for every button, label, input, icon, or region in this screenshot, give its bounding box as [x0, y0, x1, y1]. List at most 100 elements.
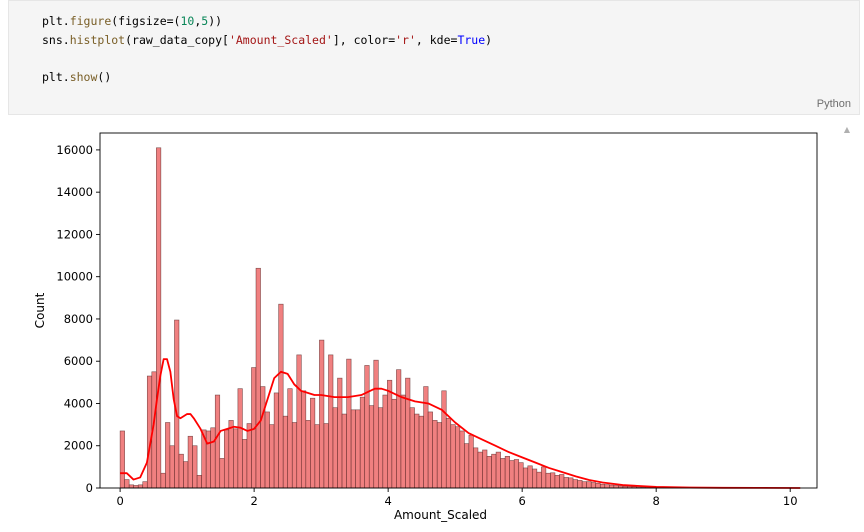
histogram-bar — [156, 148, 161, 488]
histogram-bar — [288, 389, 293, 488]
histogram-bar — [283, 416, 288, 488]
histogram-bar — [211, 428, 216, 488]
code-editor[interactable]: plt.figure(figsize=(10,5))sns.histplot(r… — [42, 12, 492, 86]
histogram-bar — [224, 430, 229, 488]
histogram-bar — [188, 436, 193, 488]
histogram-bar — [238, 389, 243, 488]
histogram-bar — [442, 391, 447, 488]
histogram-bar — [129, 485, 134, 488]
y-tick-label: 0 — [86, 481, 93, 495]
code-cell[interactable]: plt.figure(figsize=(10,5))sns.histplot(r… — [8, 0, 860, 115]
histogram-bar — [410, 408, 415, 488]
y-axis-label: Count — [33, 292, 47, 328]
y-tick-label: 6000 — [64, 354, 93, 368]
histogram-bar — [170, 446, 175, 488]
histogram-bar — [215, 395, 220, 488]
histogram-bar — [455, 427, 460, 488]
histogram-bar — [374, 360, 379, 488]
histogram-bar — [582, 482, 587, 488]
histogram-bar — [301, 391, 306, 488]
histogram-bar — [147, 376, 152, 488]
histogram-bar — [555, 475, 560, 488]
histogram-bar — [292, 422, 297, 488]
histogram-bar — [550, 473, 555, 488]
histogram-bar — [369, 406, 374, 488]
histogram-bar — [319, 340, 324, 488]
code-line: plt.figure(figsize=(10,5)) — [42, 12, 492, 31]
histogram-bar — [523, 468, 528, 488]
histogram-bar — [261, 387, 266, 488]
histogram-bar — [161, 473, 166, 488]
histogram-bar — [365, 365, 370, 488]
histogram-bar — [356, 410, 361, 488]
code-token: (figsize=( — [111, 14, 180, 28]
histogram-bar — [487, 456, 492, 488]
histogram-bar — [446, 418, 451, 488]
histogram-bar — [578, 480, 583, 488]
x-tick-label: 2 — [250, 494, 257, 508]
x-tick-label: 8 — [653, 494, 660, 508]
code-token: ) — [485, 33, 492, 47]
code-line — [42, 49, 492, 68]
histogram-bar — [396, 370, 401, 488]
histogram-bar — [360, 397, 365, 488]
histogram-bar — [433, 420, 438, 488]
histogram-bar — [383, 395, 388, 488]
histogram-bar — [256, 268, 261, 488]
code-line: sns.histplot(raw_data_copy['Amount_Scale… — [42, 31, 492, 50]
histogram-bar — [591, 483, 596, 488]
histogram-bar — [532, 469, 537, 488]
code-token: ], color= — [333, 33, 395, 47]
histogram-bar — [279, 304, 284, 488]
histogram-bar — [496, 452, 501, 488]
histogram-bar — [247, 424, 252, 488]
histogram-bar — [306, 420, 311, 488]
histogram-bar — [460, 431, 465, 488]
histogram-chart: 0246810020004000600080001000012000140001… — [0, 116, 864, 528]
histogram-bar — [120, 431, 125, 488]
histogram-bar — [206, 431, 211, 488]
histogram-bar — [229, 420, 234, 488]
histogram-bar — [338, 378, 343, 488]
histogram-bar — [342, 414, 347, 488]
histogram-bar — [143, 482, 148, 488]
histogram-bar — [242, 439, 247, 488]
code-token: True — [457, 33, 485, 47]
histogram-bar — [519, 463, 524, 488]
histogram-bar — [514, 459, 519, 488]
histogram-bar — [596, 483, 601, 488]
histogram-bar — [347, 359, 352, 488]
histogram-bar — [220, 458, 225, 488]
histogram-bar — [401, 395, 406, 488]
x-tick-label: 0 — [116, 494, 123, 508]
code-token: 10 — [181, 14, 195, 28]
cell-output: 0246810020004000600080001000012000140001… — [0, 116, 864, 528]
histogram-bar — [564, 477, 569, 488]
code-token: plt. — [42, 70, 70, 84]
histogram-bar — [482, 450, 487, 488]
histogram-bar — [605, 485, 610, 488]
histogram-bar — [297, 355, 302, 488]
histogram-bar — [600, 484, 605, 488]
histogram-bar — [197, 475, 202, 488]
y-tick-label: 12000 — [56, 227, 93, 241]
histogram-bar — [378, 408, 383, 488]
histogram-bar — [560, 474, 565, 488]
histogram-bar — [537, 472, 542, 488]
histogram-bar — [165, 422, 170, 488]
code-token: sns. — [42, 33, 70, 47]
histogram-bar — [315, 425, 320, 488]
histogram-bar — [428, 412, 433, 488]
code-token: (raw_data_copy[ — [125, 33, 229, 47]
histogram-bar — [478, 452, 483, 488]
cell-language-label: Python — [817, 98, 851, 110]
x-tick-label: 4 — [384, 494, 391, 508]
histogram-bar — [387, 380, 392, 488]
histogram-bar — [274, 393, 279, 488]
histogram-bar — [179, 454, 184, 488]
histogram-bar — [233, 429, 238, 488]
histogram-bar — [392, 399, 397, 488]
histogram-bar — [415, 414, 420, 488]
histogram-bar — [333, 408, 338, 488]
histogram-bar — [510, 461, 515, 488]
